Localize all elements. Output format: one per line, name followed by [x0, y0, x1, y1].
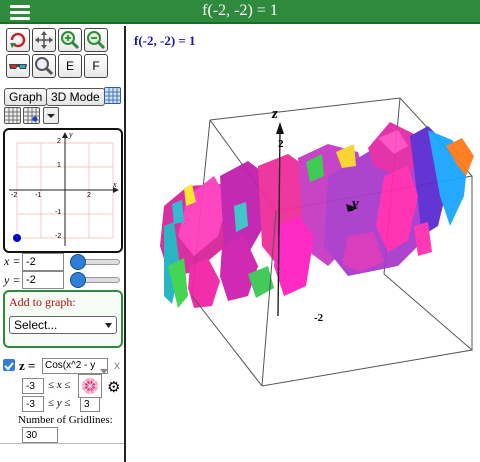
value-label: f(-2, -2) = 1	[134, 33, 196, 48]
z-axis-arrow	[276, 122, 284, 134]
z-tick-label: 2	[278, 138, 284, 150]
zoom-in-icon[interactable]	[58, 28, 82, 52]
tick-label: 1	[57, 162, 61, 169]
move-axes-icon[interactable]	[32, 28, 56, 52]
add-to-graph-select[interactable]: Select...	[9, 316, 117, 334]
grid-icon[interactable]	[4, 107, 21, 124]
tick-label: 2	[87, 192, 91, 199]
color-picker-icon[interactable]	[78, 374, 102, 398]
x-label: x =	[4, 254, 21, 268]
current-point	[13, 234, 21, 242]
remove-function-button[interactable]: x	[114, 358, 120, 372]
tick-label: -2	[55, 233, 62, 240]
gridlines-label: Number of Gridlines:	[18, 414, 113, 426]
function-panel: z = Cos(x^2 - y x ≤ x ≤ ≤ y ≤ ⚙ Number o…	[0, 352, 124, 444]
x-range-label: ≤ x ≤	[48, 379, 71, 391]
left-panel: E F Graph 3D Mode -2 -1 2 x y 2 1 -1 -2 …	[0, 26, 126, 462]
refresh-icon[interactable]	[6, 28, 30, 52]
gridlines-input[interactable]	[22, 427, 58, 443]
page-title: f(-2, -2) = 1	[202, 2, 278, 19]
y-label: y =	[4, 273, 21, 287]
y-range-label: ≤ y ≤	[48, 397, 71, 409]
3d-plot-area[interactable]: f(-2, -2) = 1 z 2 y -2	[128, 26, 480, 462]
x-slider-knob[interactable]	[70, 254, 86, 270]
function-visible-checkbox[interactable]	[3, 359, 15, 371]
tick-label: 2	[57, 138, 61, 145]
y-slider-knob[interactable]	[70, 272, 86, 288]
f-button[interactable]: F	[84, 54, 108, 78]
tick-label: -1	[35, 192, 42, 199]
function-expression-input[interactable]: Cos(x^2 - y	[42, 358, 108, 374]
add-to-graph-box: Add to graph: Select...	[3, 290, 123, 348]
grid-toggle-icon[interactable]	[104, 87, 121, 104]
y-min-input[interactable]	[22, 396, 44, 412]
function-expression: Cos(x^2 - y	[45, 360, 96, 371]
tick-label: -2	[11, 192, 18, 199]
2d-graph[interactable]: -2 -1 2 x y 2 1 -1 -2	[3, 128, 123, 253]
3d-mode-button[interactable]: 3D Mode	[46, 88, 105, 106]
settings-gear-icon[interactable]: ⚙	[107, 380, 120, 395]
z-axis-label: z	[272, 106, 278, 122]
select-value: Select...	[14, 318, 58, 332]
axis-label: y	[69, 130, 73, 139]
function-lhs: z =	[19, 358, 36, 373]
3d-surface-plot	[160, 97, 474, 387]
e-button[interactable]: E	[58, 54, 82, 78]
tick-label: -1	[55, 209, 62, 216]
x-input[interactable]	[22, 253, 64, 271]
top-bar: f(-2, -2) = 1	[0, 0, 480, 24]
dropdown-arrow-icon[interactable]	[43, 107, 59, 124]
add-to-graph-label: Add to graph:	[9, 295, 76, 309]
graph-button[interactable]: Graph	[4, 88, 48, 106]
zoom-out-icon[interactable]	[84, 28, 108, 52]
axis-label: x	[113, 180, 117, 189]
y-axis-label: y	[352, 196, 359, 212]
z-neg-tick-label: -2	[314, 312, 324, 324]
magnifier-icon[interactable]	[32, 54, 56, 78]
grid-point-icon[interactable]	[23, 107, 40, 124]
3d-glasses-icon[interactable]	[6, 54, 30, 78]
x-min-input[interactable]	[22, 378, 44, 394]
y-input[interactable]	[22, 271, 64, 289]
